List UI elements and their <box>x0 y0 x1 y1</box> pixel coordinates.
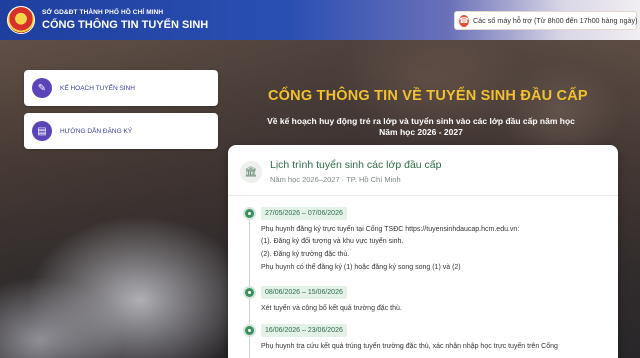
nav-card-registration-guide[interactable]: ▤ HƯỚNG DẪN ĐĂNG KÝ <box>24 113 218 149</box>
event-text: (1). Đăng ký đối tượng và khu vực tuyển … <box>261 238 404 245</box>
portal-title[interactable]: CỔNG THÔNG TIN TUYỂN SINH <box>42 19 208 31</box>
event-date: 08/06/2026 – 15/06/2026 <box>261 286 347 299</box>
hero-subtitle-year: Năm học 2026 - 2027 <box>379 127 463 137</box>
event-date: 27/05/2026 – 07/06/2026 <box>261 207 347 220</box>
event-text: Phụ huynh tra cứu kết quả trúng tuyển tr… <box>261 343 558 350</box>
nav-card-label: KẾ HOẠCH TUYỂN SINH <box>60 84 136 92</box>
hotline-label: Các số máy hỗ trợ (Từ 8h00 đến 17h00 hàn… <box>472 16 638 25</box>
building-icon: 🏛 <box>240 161 262 183</box>
event-text: Xét tuyển và công bố kết quả trường đặc … <box>261 305 402 312</box>
schedule-title: Lịch trình tuyển sinh các lớp đầu cấp <box>270 159 442 171</box>
nav-card-admission-plan[interactable]: ✎ KẾ HOẠCH TUYỂN SINH <box>24 70 218 106</box>
department-name: SỞ GD&ĐT THÀNH PHỐ HỒ CHÍ MINH <box>42 9 164 16</box>
timeline-dot <box>245 326 254 335</box>
timeline-dot <box>245 288 254 297</box>
timeline-line <box>249 213 250 358</box>
book-icon: ▤ <box>32 121 52 141</box>
event-text: Phụ huynh đăng ký trực tuyến tại Cổng TS… <box>261 226 520 233</box>
event-text: (2). Đăng ký trường đặc thù. <box>261 251 350 258</box>
nav-card-label: HƯỚNG DẪN ĐĂNG KÝ <box>60 127 133 135</box>
hotline-button[interactable]: ☎ Các số máy hỗ trợ (Từ 8h00 đến 17h00 h… <box>454 11 638 30</box>
phone-icon: ☎ <box>459 14 469 27</box>
event-date: 16/06/2026 – 23/06/2026 <box>261 324 347 337</box>
schedule-subtitle: Năm học 2026–2027 · TP. Hồ Chí Minh <box>270 175 401 184</box>
document-icon: ✎ <box>32 78 52 98</box>
divider <box>228 195 618 196</box>
hero-subtitle: Về kế hoạch huy động trẻ ra lớp và tuyển… <box>262 116 580 138</box>
hero-title: CỔNG THÔNG TIN VỀ TUYỂN SINH ĐẦU CẤP <box>268 88 588 104</box>
timeline-dot <box>245 209 254 218</box>
event-text: Phụ huynh có thể đăng ký (1) hoặc đăng k… <box>261 264 461 271</box>
schedule-card: 🏛 Lịch trình tuyển sinh các lớp đầu cấp … <box>228 145 618 358</box>
header-bar: SỞ GD&ĐT THÀNH PHỐ HỒ CHÍ MINH CỔNG THÔN… <box>0 0 640 40</box>
hero-subtitle-line: Về kế hoạch huy động trẻ ra lớp và tuyển… <box>267 116 575 126</box>
logo-icon[interactable] <box>7 6 35 34</box>
